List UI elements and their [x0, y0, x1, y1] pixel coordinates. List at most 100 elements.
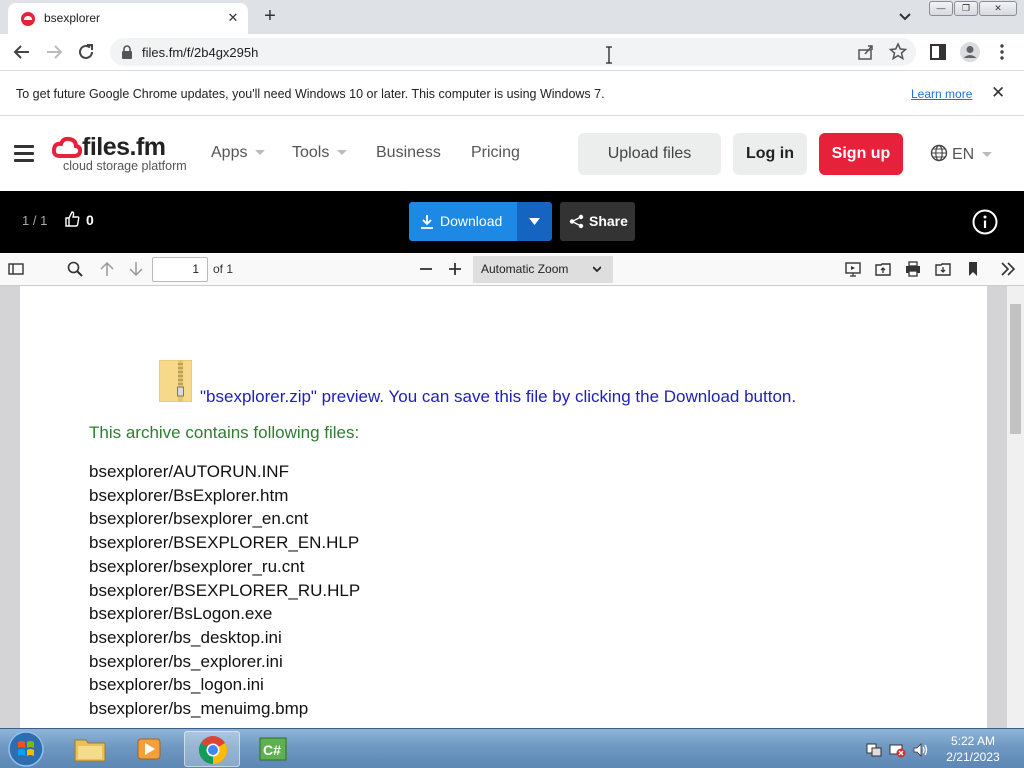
share-button[interactable]: Share	[560, 202, 635, 241]
print-icon[interactable]	[904, 260, 922, 278]
lock-icon	[122, 45, 132, 59]
share-label: Share	[589, 213, 628, 229]
archive-contents-heading: This archive contains following files:	[89, 423, 360, 442]
zoom-select-value: Automatic Zoom	[481, 262, 569, 276]
network-error-icon[interactable]	[889, 742, 906, 758]
info-circle-icon[interactable]	[972, 209, 998, 235]
list-item: bsexplorer/bs_desktop.ini	[89, 627, 282, 647]
reload-icon[interactable]	[74, 40, 98, 64]
share-nodes-icon	[569, 214, 584, 229]
chrome-menu-icon[interactable]	[990, 40, 1014, 64]
clock-time: 5:22 AM	[950, 734, 996, 748]
previous-page-arrow-icon[interactable]	[98, 260, 116, 278]
download-options-button[interactable]	[517, 202, 552, 241]
forward-arrow-icon[interactable]	[42, 40, 66, 64]
scrollbar-thumb[interactable]	[1010, 304, 1021, 434]
save-download-icon[interactable]	[934, 260, 952, 278]
taskbar-media-player[interactable]	[122, 731, 178, 767]
nav-pricing[interactable]: Pricing	[471, 144, 520, 162]
upload-files-button[interactable]: Upload files	[578, 133, 721, 175]
caret-down-icon	[529, 218, 540, 225]
zoom-select[interactable]: Automatic Zoom	[473, 256, 613, 283]
download-arrow-icon	[421, 215, 433, 229]
globe-icon	[930, 144, 948, 162]
learn-more-link[interactable]: Learn more	[911, 87, 972, 101]
list-item: bsexplorer/BsExplorer.htm	[89, 485, 289, 505]
list-item: bsexplorer/bs_logon.ini	[89, 675, 264, 695]
file-list: bsexplorer/AUTORUN.INF bsexplorer/BsExpl…	[89, 460, 360, 721]
zoom-in-icon[interactable]	[446, 260, 464, 278]
system-clock[interactable]: 5:22 AM 2/21/2023	[936, 733, 1010, 765]
minimize-window-button[interactable]: —	[929, 1, 953, 16]
url-text: files.fm/f/2b4gx295h	[142, 45, 259, 60]
pdf-viewer-toolbar: 1 of 1 Automatic Zoom	[0, 253, 1024, 286]
next-page-arrow-icon[interactable]	[127, 260, 145, 278]
browser-tab[interactable]: bsexplorer ✕	[8, 3, 248, 34]
svg-text:C#: C#	[263, 742, 281, 758]
new-tab-button[interactable]: +	[258, 4, 282, 28]
language-selector[interactable]: EN	[930, 144, 993, 164]
bookmark-icon[interactable]	[964, 260, 982, 278]
list-item: bsexplorer/bsexplorer_en.cnt	[89, 509, 309, 529]
browser-toolbar: files.fm/f/2b4gx295h	[0, 34, 1024, 70]
nav-business[interactable]: Business	[376, 144, 441, 162]
back-arrow-icon[interactable]	[10, 40, 34, 64]
list-item: bsexplorer/bs_explorer.ini	[89, 651, 283, 671]
nav-tools-label: Tools	[292, 144, 330, 161]
search-icon[interactable]	[66, 260, 84, 278]
nav-apps-label: Apps	[211, 144, 248, 161]
tab-search-chevron-icon[interactable]	[896, 8, 914, 26]
vertical-scrollbar[interactable]	[1007, 286, 1024, 728]
taskbar-chrome[interactable]	[184, 731, 240, 767]
action-center-flag-icon[interactable]	[866, 742, 882, 757]
language-label: EN	[952, 146, 975, 163]
chevron-down-icon	[337, 150, 348, 156]
pdf-viewer-area: "bsexplorer.zip" preview. You can save t…	[0, 286, 1024, 728]
list-item: bsexplorer/BSEXPLORER_RU.HLP	[89, 580, 361, 600]
address-bar[interactable]: files.fm/f/2b4gx295h	[110, 38, 916, 66]
files-fm-logo[interactable]: files.fm cloud storage platform	[52, 133, 192, 175]
list-item: bsexplorer/bsexplorer_ru.cnt	[89, 556, 305, 576]
tab-title: bsexplorer	[44, 11, 101, 25]
list-item: bsexplorer/BsLogon.exe	[89, 604, 273, 624]
log-in-button[interactable]: Log in	[733, 133, 807, 175]
taskbar-csharp-app[interactable]: C#	[246, 731, 302, 767]
windows-start-button-icon[interactable]	[6, 730, 46, 768]
page-number-input[interactable]: 1	[152, 257, 208, 282]
zoom-out-icon[interactable]	[417, 260, 435, 278]
site-header: files.fm cloud storage platform Apps Too…	[0, 117, 1024, 191]
logo-brand-text: files.fm	[82, 133, 166, 161]
like-button[interactable]: 0	[64, 211, 94, 228]
like-count: 0	[86, 212, 94, 228]
text-cursor-icon	[606, 46, 612, 64]
sidebar-toggle-icon[interactable]	[7, 260, 25, 278]
zip-archive-icon	[159, 360, 192, 402]
restore-window-button[interactable]: ❐	[954, 1, 978, 16]
tab-close-icon[interactable]: ✕	[224, 9, 242, 27]
profile-avatar-icon[interactable]	[958, 40, 982, 64]
list-item: bsexplorer/AUTORUN.INF	[89, 462, 289, 481]
chevron-down-icon	[593, 266, 601, 273]
media-player-icon	[137, 738, 161, 760]
list-item: bsexplorer/bs_menuimg.bmp	[89, 699, 309, 719]
nav-apps[interactable]: Apps	[211, 144, 266, 162]
nav-tools[interactable]: Tools	[292, 144, 348, 162]
download-button[interactable]: Download	[409, 202, 517, 241]
cloud-logo-icon	[52, 136, 82, 158]
csharp-project-icon: C#	[259, 737, 287, 761]
hamburger-menu-icon[interactable]	[14, 145, 34, 163]
presentation-mode-icon[interactable]	[844, 260, 862, 278]
close-window-button[interactable]: ✕	[979, 1, 1017, 16]
open-file-icon[interactable]	[874, 260, 892, 278]
download-label: Download	[440, 213, 503, 229]
infobar-close-icon[interactable]: ✕	[991, 83, 1005, 103]
taskbar-explorer[interactable]	[62, 731, 118, 767]
pdf-page: "bsexplorer.zip" preview. You can save t…	[20, 286, 987, 728]
share-page-icon[interactable]	[854, 40, 878, 64]
side-panel-icon[interactable]	[926, 40, 950, 64]
bookmark-star-icon[interactable]	[886, 40, 910, 64]
volume-speaker-icon[interactable]	[913, 742, 930, 758]
tools-double-chevron-icon[interactable]	[999, 260, 1017, 278]
files-fm-favicon-icon	[21, 12, 35, 26]
sign-up-button[interactable]: Sign up	[819, 133, 903, 175]
